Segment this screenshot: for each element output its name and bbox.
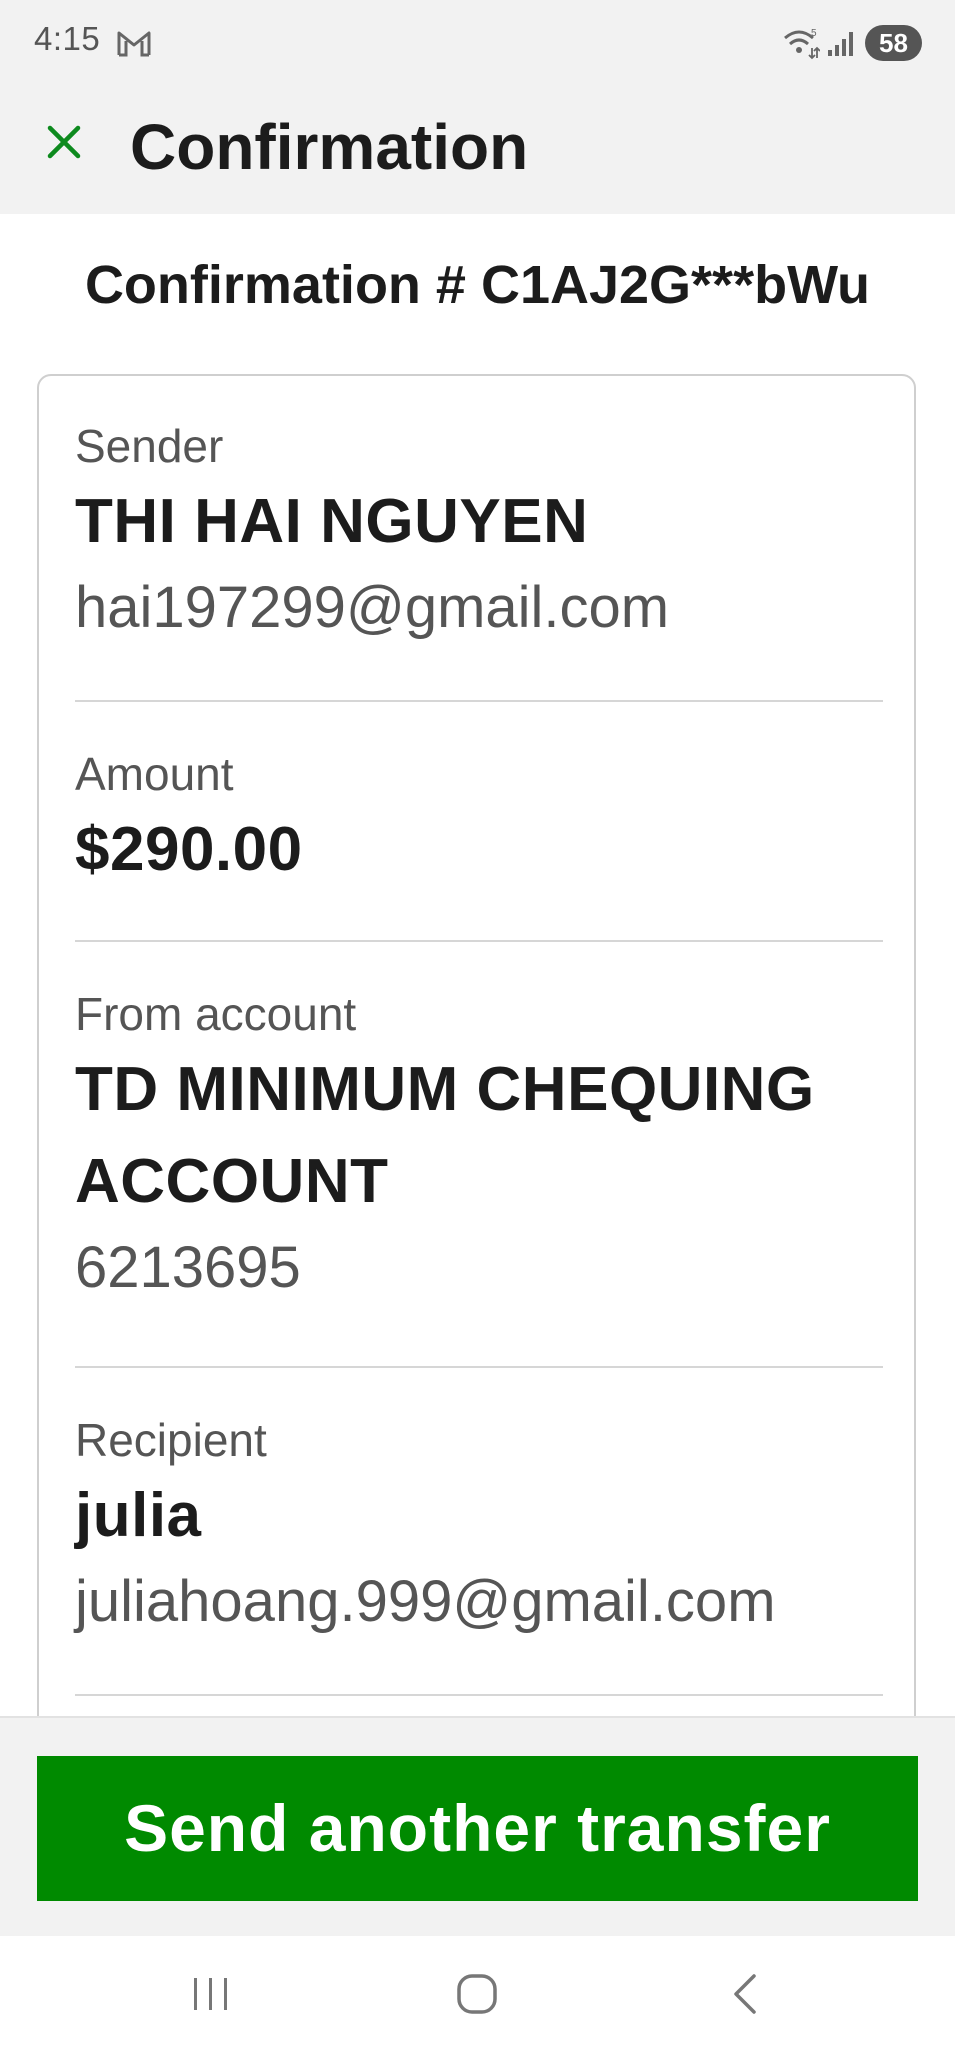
wifi-icon: 5 bbox=[782, 26, 821, 60]
divider bbox=[75, 1366, 883, 1368]
system-nav-bar bbox=[0, 1936, 955, 2048]
app-header: Confirmation bbox=[0, 86, 955, 214]
sender-label: Sender bbox=[75, 420, 224, 472]
from-account-number: 6213695 bbox=[75, 1235, 301, 1300]
gmail-icon bbox=[116, 28, 152, 58]
amount-section: Amount $290.00 bbox=[75, 744, 883, 896]
recipient-email: juliahoang.999@gmail.com bbox=[75, 1569, 776, 1634]
from-account-label: From account bbox=[75, 988, 357, 1040]
send-another-transfer-button[interactable]: Send another transfer bbox=[37, 1756, 918, 1901]
home-icon[interactable] bbox=[456, 1972, 498, 2016]
recipient-label: Recipient bbox=[75, 1414, 267, 1466]
status-bar: 4:15 5 58 bbox=[0, 0, 955, 86]
divider bbox=[75, 1694, 883, 1696]
svg-text:5: 5 bbox=[811, 28, 817, 39]
sender-name: THI HAI NGUYEN bbox=[75, 487, 589, 556]
from-account-name-line1: TD MINIMUM CHEQUING bbox=[75, 1055, 815, 1124]
amount-label: Amount bbox=[75, 748, 234, 800]
details-card: Sender THI HAI NGUYEN hai197299@gmail.co… bbox=[37, 374, 916, 1716]
confirmation-number: Confirmation # C1AJ2G***bWu bbox=[84, 255, 871, 315]
status-time: 4:15 bbox=[34, 20, 101, 57]
from-account-section: From account TD MINIMUM CHEQUING ACCOUNT… bbox=[75, 984, 883, 1308]
back-icon[interactable] bbox=[728, 1970, 762, 2018]
bottom-action-bar: Send another transfer bbox=[0, 1716, 955, 1936]
confirmation-content[interactable]: Confirmation # C1AJ2G***bWu Sender THI H… bbox=[0, 214, 955, 1716]
divider bbox=[75, 940, 883, 942]
battery-badge: 58 bbox=[865, 25, 922, 61]
amount-value: $290.00 bbox=[75, 815, 303, 884]
divider bbox=[75, 700, 883, 702]
recipient-section: Recipient julia juliahoang.999@gmail.com bbox=[75, 1410, 883, 1642]
sender-email: hai197299@gmail.com bbox=[75, 575, 670, 640]
recipient-name: julia bbox=[75, 1481, 202, 1550]
recents-icon[interactable] bbox=[188, 1974, 234, 2014]
sender-section: Sender THI HAI NGUYEN hai197299@gmail.co… bbox=[75, 416, 883, 648]
signal-icon bbox=[826, 28, 858, 58]
page-title: Confirmation bbox=[130, 111, 529, 183]
from-account-name-line2: ACCOUNT bbox=[75, 1147, 389, 1216]
close-icon[interactable] bbox=[44, 122, 84, 162]
